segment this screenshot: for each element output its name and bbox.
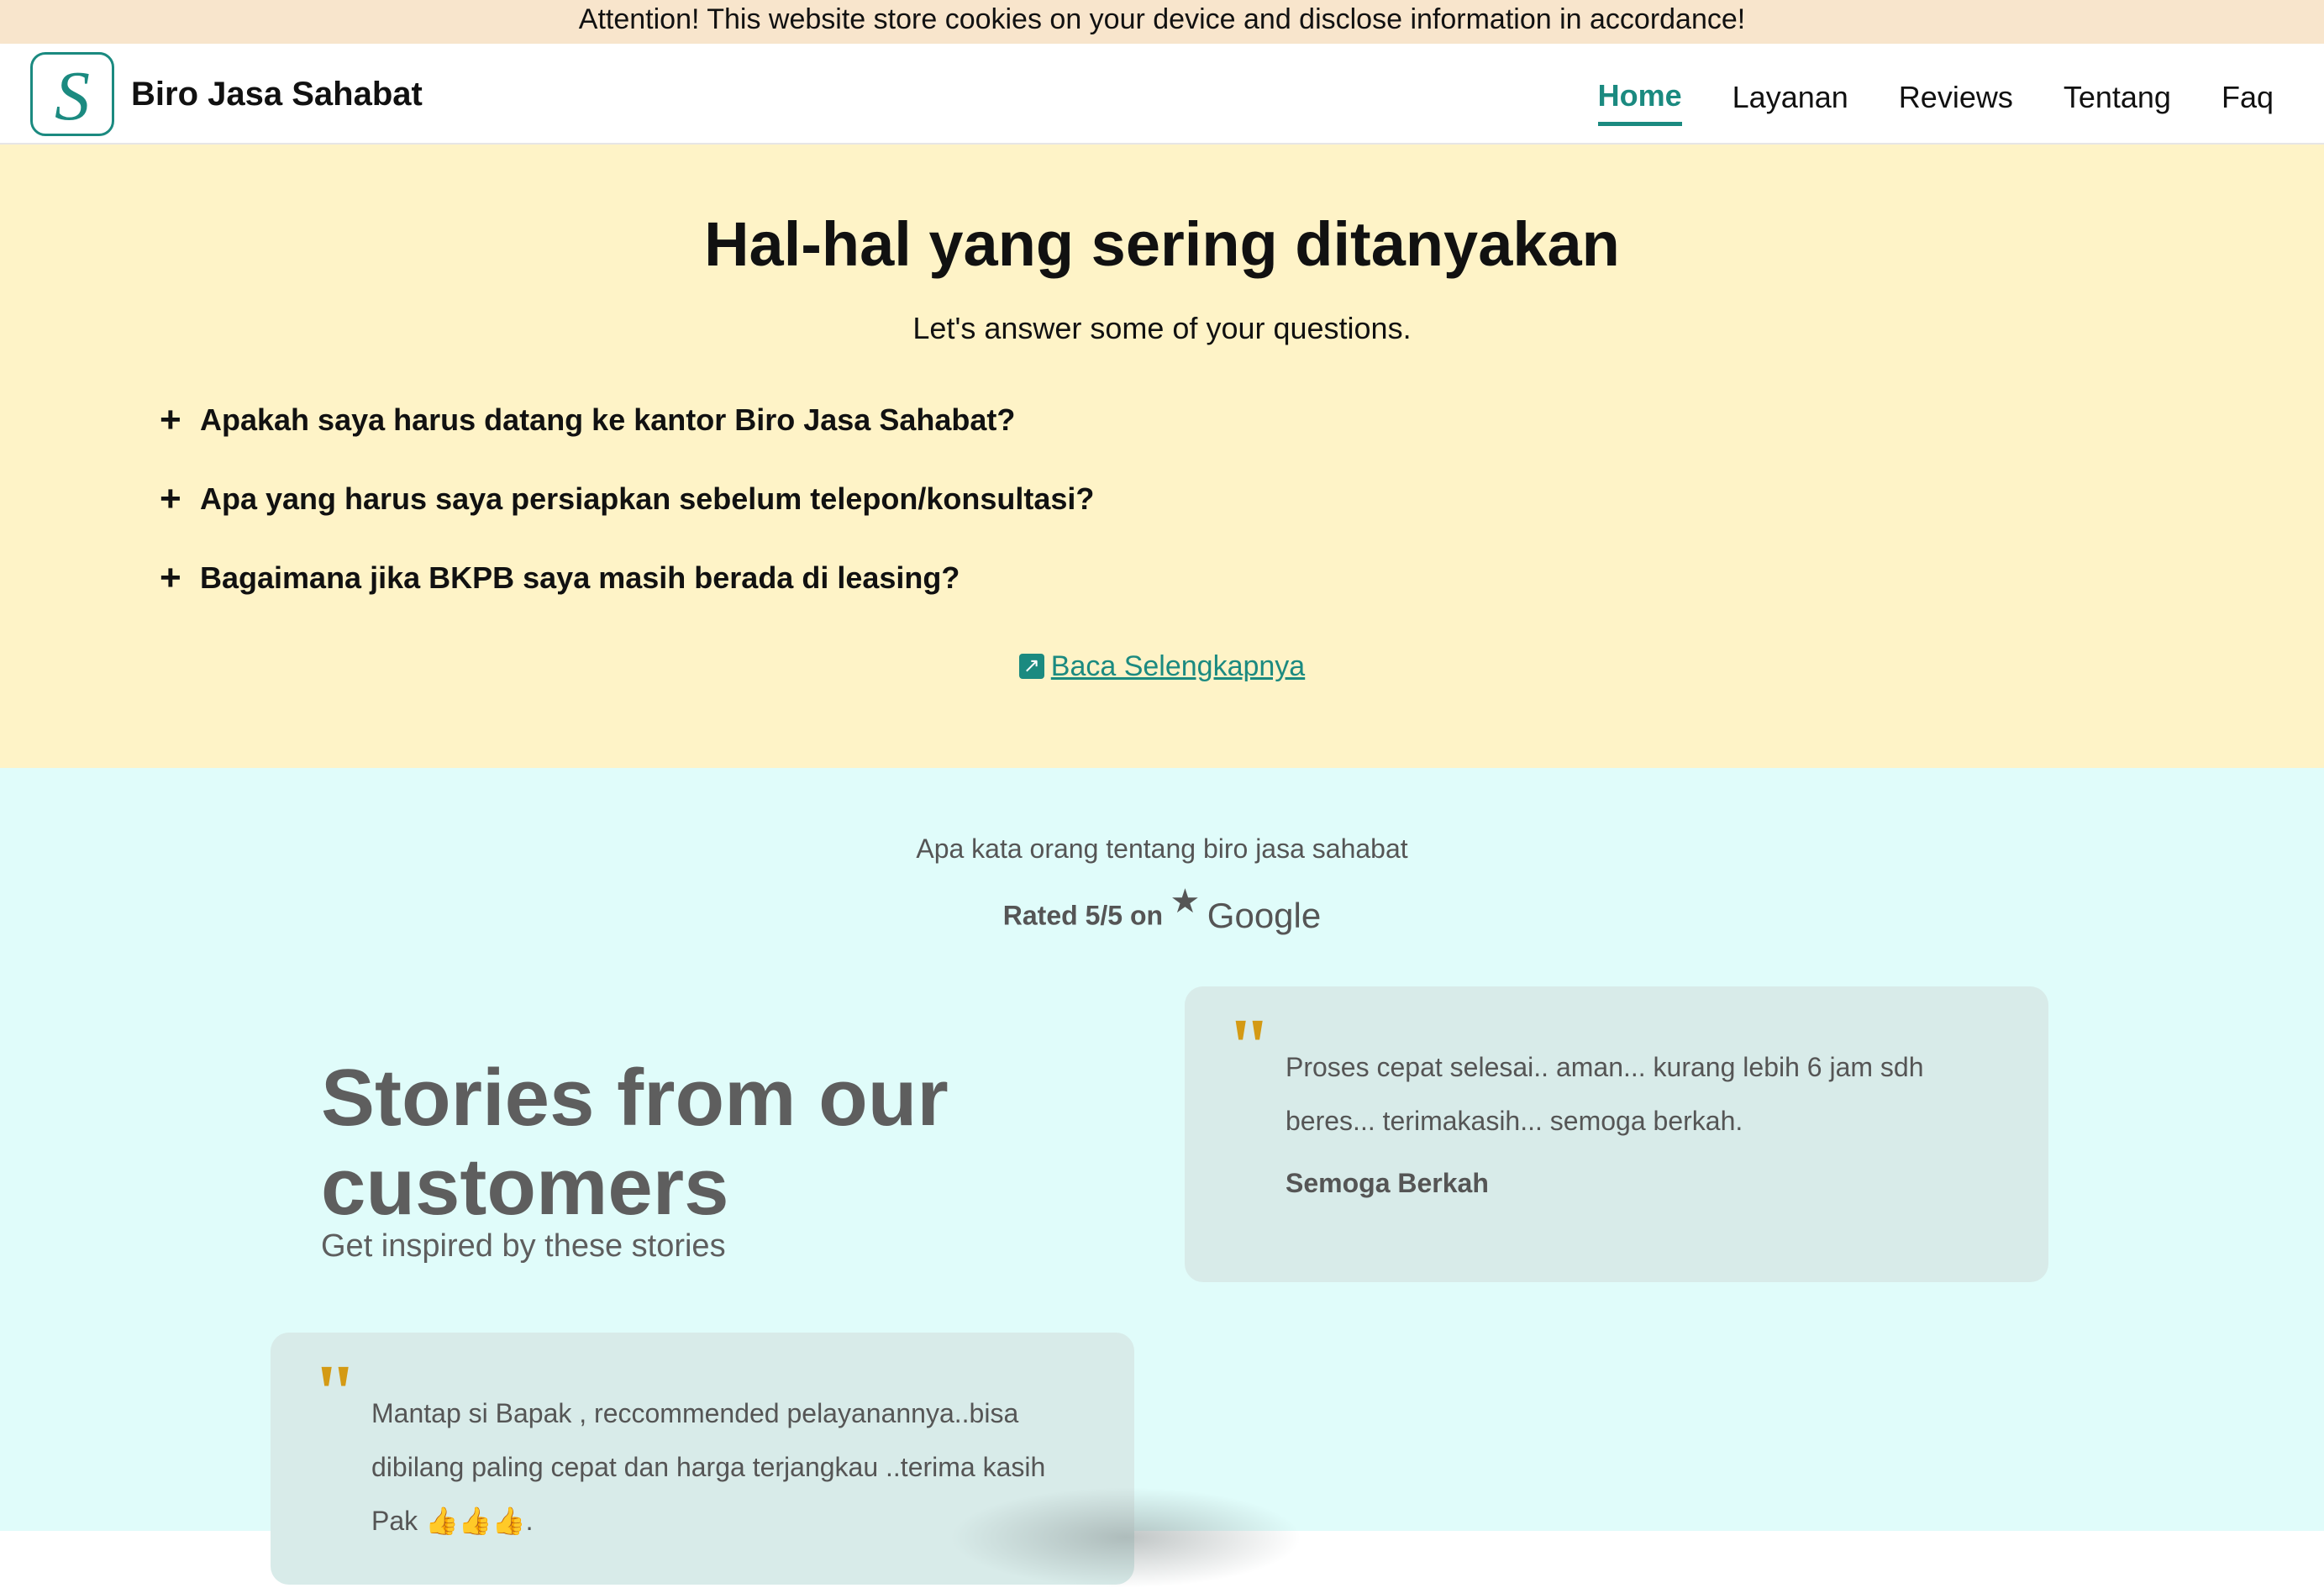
site-header: S Biro Jasa Sahabat Home Layanan Reviews… xyxy=(0,44,2324,145)
brand-logo[interactable]: S xyxy=(30,52,114,136)
faq-question: Apakah saya harus datang ke kantor Biro … xyxy=(200,402,1016,437)
review-text: Proses cepat selesai.. aman... kurang le… xyxy=(1286,1052,1924,1136)
brand-name[interactable]: Biro Jasa Sahabat xyxy=(131,44,423,145)
faq-question: Bagaimana jika BKPB saya masih berada di… xyxy=(200,560,960,595)
stories-subheading: Get inspired by these stories xyxy=(321,1228,726,1264)
nav-link-faq[interactable]: Faq xyxy=(2221,65,2274,124)
faq-section: Hal-hal yang sering ditanyakan Let's ans… xyxy=(0,145,2324,768)
reviews-section: Apa kata orang tentang biro jasa sahabat… xyxy=(0,768,2324,1585)
cookie-banner-text: Attention! This website store cookies on… xyxy=(578,3,1746,35)
rating-text: Rated 5/5 on xyxy=(1002,900,1164,931)
nav-link-layanan[interactable]: Layanan xyxy=(1732,65,1848,124)
expand-plus-icon: + xyxy=(160,478,181,519)
expand-plus-icon: + xyxy=(160,399,181,440)
faq-item[interactable]: + Apa yang harus saya persiapkan sebelum… xyxy=(160,481,1094,518)
review-card: " Proses cepat selesai.. aman... kurang … xyxy=(1185,986,2048,1282)
read-more-link[interactable]: Baca Selengkapnya xyxy=(1051,650,1305,682)
nav-link-home[interactable]: Home xyxy=(1597,63,1682,126)
star-icon: ★ xyxy=(1170,883,1201,920)
external-link-icon: ↗ xyxy=(1018,654,1044,679)
review-author: Semoga Berkah xyxy=(1286,1168,1489,1198)
cookie-banner: Attention! This website store cookies on… xyxy=(0,0,2324,44)
read-more-row: ↗ Baca Selengkapnya xyxy=(0,650,2324,683)
quote-mark-icon: " xyxy=(1227,1002,1272,1091)
faq-question: Apa yang harus saya persiapkan sebelum t… xyxy=(200,481,1095,516)
faq-title: Hal-hal yang sering ditanyakan xyxy=(704,209,1620,279)
main-nav: Home Layanan Reviews Tentang Faq xyxy=(1548,44,2274,145)
expand-plus-icon: + xyxy=(160,557,181,598)
reviews-tagline: Apa kata orang tentang biro jasa sahabat xyxy=(916,833,1408,864)
nav-link-reviews[interactable]: Reviews xyxy=(1899,65,2013,124)
logo-letter: S xyxy=(55,57,90,135)
rating-source[interactable]: Google xyxy=(1207,896,1321,935)
stories-heading: Stories from our customers xyxy=(321,1053,949,1232)
quote-mark-icon: " xyxy=(313,1348,358,1438)
faq-item[interactable]: + Bagaimana jika BKPB saya masih berada … xyxy=(160,560,960,597)
rating-row: Rated 5/5 on ★ Google xyxy=(0,882,2324,936)
floating-shadow xyxy=(949,1487,1302,1588)
nav-link-tentang[interactable]: Tentang xyxy=(2064,65,2171,124)
faq-item[interactable]: + Apakah saya harus datang ke kantor Bir… xyxy=(160,402,1015,439)
faq-subtitle: Let's answer some of your questions. xyxy=(912,311,1412,345)
